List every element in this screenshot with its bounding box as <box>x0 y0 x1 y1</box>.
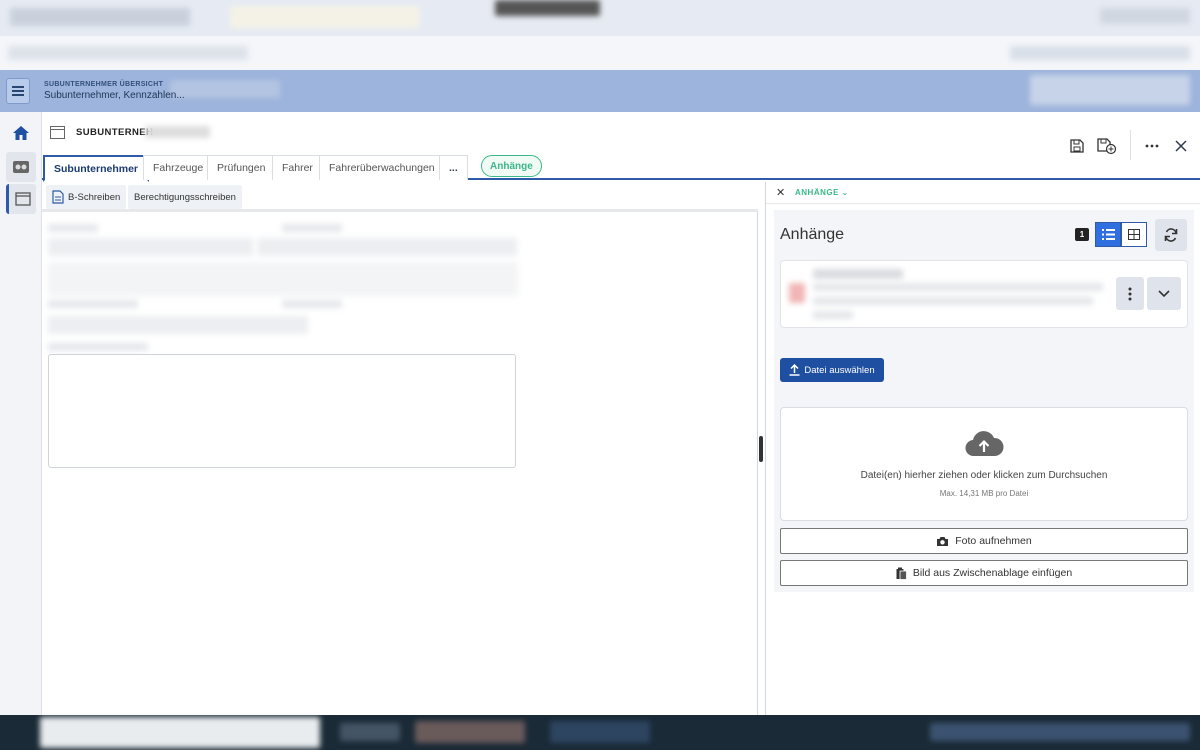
chevron-down-icon <box>1158 289 1170 297</box>
save-new-button[interactable] <box>1096 137 1118 155</box>
close-attachments-icon[interactable]: ✕ <box>776 186 785 199</box>
menu-button[interactable] <box>6 78 30 104</box>
attachment-expand-button[interactable] <box>1147 277 1181 310</box>
tab-fahrer[interactable]: Fahrer <box>272 155 323 180</box>
panel-splitter[interactable] <box>759 436 763 462</box>
paste-clipboard-button[interactable]: Bild aus Zwischenablage einfügen <box>780 560 1188 586</box>
save-plus-icon <box>1097 138 1117 155</box>
save-icon <box>1070 139 1084 153</box>
vertical-ellipsis-icon <box>1128 287 1132 300</box>
cloud-upload-icon <box>965 431 1004 457</box>
section-label: SUBUNTERNEHMER ÜBERSICHT <box>44 81 164 88</box>
notes-textarea[interactable] <box>48 354 516 468</box>
tab-fahrerueberwachungen[interactable]: Fahrerüberwachungen <box>319 155 445 180</box>
form-panel: B-Schreiben Berechtigungsschreiben <box>42 182 758 715</box>
dashboard-button[interactable] <box>6 152 36 182</box>
refresh-icon <box>1164 228 1178 242</box>
take-photo-label: Foto aufnehmen <box>955 535 1032 547</box>
attachments-title: Anhänge <box>780 226 845 243</box>
browser-tab-bar <box>0 0 1200 36</box>
paste-clipboard-label: Bild aus Zwischenablage einfügen <box>912 567 1073 579</box>
berechtigungsschreiben-button[interactable]: Berechtigungsschreiben <box>128 185 242 209</box>
attachments-count-badge: 1 <box>1075 228 1089 241</box>
tab-fahrzeuge[interactable]: Fahrzeuge <box>143 155 214 180</box>
file-dropzone[interactable]: Datei(en) hierher ziehen oder klicken zu… <box>780 407 1188 521</box>
select-file-button[interactable]: Datei auswählen <box>780 358 884 382</box>
browser-address-bar <box>0 36 1200 70</box>
attachment-item[interactable] <box>780 260 1188 328</box>
save-button[interactable] <box>1068 137 1086 155</box>
close-icon <box>1175 140 1187 152</box>
clipboard-icon <box>896 567 907 580</box>
hamburger-icon <box>12 90 24 92</box>
grid-icon <box>1128 229 1140 240</box>
record-title: SUBUNTERNEH <box>76 127 154 138</box>
list-view-button[interactable] <box>1095 222 1121 247</box>
toolbar-divider <box>1130 130 1131 160</box>
home-button[interactable] <box>6 118 36 148</box>
file-thumbnail <box>789 283 805 303</box>
upload-icon <box>789 364 800 376</box>
b-schreiben-button[interactable]: B-Schreiben <box>46 185 127 209</box>
attachments-tab-pill[interactable]: Anhänge <box>481 155 542 177</box>
attachments-header-label[interactable]: ANHÄNGE ⌄ <box>795 188 849 197</box>
breadcrumb[interactable]: Subunternehmer, Kennzahlen... <box>44 90 185 101</box>
close-record-button[interactable] <box>1172 137 1190 155</box>
window-icon <box>14 192 31 206</box>
tab-more[interactable]: ... <box>439 155 468 180</box>
tab-subunternehmer[interactable]: Subunternehmer <box>43 155 150 182</box>
refresh-button[interactable] <box>1155 219 1187 251</box>
dropzone-text: Datei(en) hierher ziehen oder klicken zu… <box>860 470 1108 481</box>
attachments-panel: ✕ ANHÄNGE ⌄ Anhänge 1 Datei auswählen Da… <box>765 182 1200 715</box>
attachments-body: Anhänge 1 Datei auswählen Datei(en) hier… <box>774 210 1194 592</box>
home-icon <box>13 126 29 140</box>
attachment-menu-button[interactable] <box>1116 277 1144 310</box>
left-rail <box>0 112 42 715</box>
more-button[interactable] <box>1143 137 1161 155</box>
b-schreiben-label: B-Schreiben <box>68 191 121 203</box>
os-taskbar <box>0 715 1200 750</box>
record-window-icon <box>50 126 65 139</box>
document-icon <box>52 190 64 204</box>
attachments-panel-header: ✕ ANHÄNGE ⌄ <box>766 182 1200 204</box>
take-photo-button[interactable]: Foto aufnehmen <box>780 528 1188 554</box>
window-button[interactable] <box>6 184 36 214</box>
tab-pruefungen[interactable]: Prüfungen <box>207 155 276 180</box>
grid-view-button[interactable] <box>1121 222 1147 247</box>
dashboard-icon <box>13 161 29 173</box>
ellipsis-icon <box>1145 144 1159 148</box>
dropzone-limit: Max. 14,31 MB pro Datei <box>939 489 1029 498</box>
list-icon <box>1101 229 1115 240</box>
select-file-label: Datei auswählen <box>804 364 875 376</box>
form-subtoolbar: B-Schreiben Berechtigungsschreiben <box>42 182 758 212</box>
camera-icon <box>937 536 949 546</box>
